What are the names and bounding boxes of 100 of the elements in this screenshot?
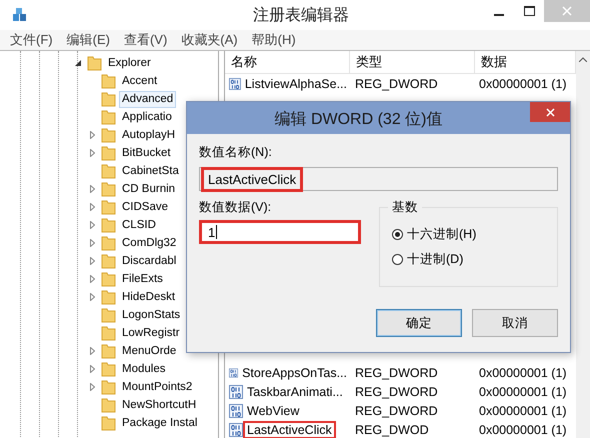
expand-triangle-icon[interactable] — [90, 257, 94, 265]
binary-value-icon — [229, 384, 243, 398]
window-title: 注册表编辑器 — [252, 6, 349, 26]
value-type: REG_DWOD — [354, 422, 430, 436]
tree-item[interactable]: Applicatio — [119, 108, 175, 126]
folder-icon — [101, 145, 116, 161]
column-header[interactable]: 名称 — [225, 51, 350, 73]
value-data: 0x00000001 (1) — [478, 76, 568, 90]
field-label: 数值数据(V): — [199, 199, 272, 216]
folder-icon — [101, 127, 116, 143]
tree-item[interactable]: CLSID — [119, 216, 159, 234]
tree-item[interactable]: Accent — [119, 72, 160, 90]
value-data: 0x00000001 (1) — [478, 404, 568, 418]
close-button[interactable] — [530, 102, 570, 122]
folder-icon — [101, 199, 116, 215]
expand-triangle-icon[interactable] — [90, 365, 94, 373]
value-data: 0x00000001 (1) — [478, 366, 568, 380]
menu-item[interactable]: 帮助(H) — [252, 31, 296, 49]
radio-option[interactable]: 十六进制(H) — [392, 226, 476, 243]
maximize-icon — [524, 6, 534, 16]
tree-item[interactable]: Modules — [119, 360, 168, 378]
field-label: 数值名称(N): — [199, 144, 272, 161]
folder-icon — [101, 91, 116, 107]
value-name[interactable]: TaskbarAnimati... — [245, 384, 345, 398]
value-name[interactable]: StoreAppsOnTas... — [240, 366, 349, 380]
folder-icon — [87, 55, 102, 71]
tree-item[interactable]: MenuOrde — [119, 342, 180, 360]
tree-item[interactable]: CabinetSta — [119, 162, 182, 180]
value-type: REG_DWORD — [354, 384, 439, 398]
tree-item[interactable]: ComDlg32 — [119, 234, 180, 252]
folder-icon — [101, 361, 116, 377]
minimize-icon — [494, 14, 504, 16]
tree-item[interactable]: AutoplayH — [119, 126, 178, 144]
folder-icon — [101, 235, 116, 251]
expand-triangle-icon[interactable] — [90, 239, 94, 247]
tree-item[interactable]: NewShortcutH — [119, 396, 200, 414]
value-type: REG_DWORD — [354, 76, 439, 90]
menu-item[interactable]: 编辑(E) — [66, 31, 110, 49]
folder-icon — [101, 109, 116, 125]
expand-triangle-icon[interactable] — [90, 221, 94, 229]
tree-item[interactable]: MountPoints2 — [119, 378, 196, 396]
value-name-field[interactable]: LastActiveClick — [199, 167, 558, 191]
expand-triangle-icon[interactable] — [90, 293, 94, 301]
scrollbar[interactable] — [576, 51, 590, 438]
folder-icon — [101, 343, 116, 359]
registry-cubes-icon — [12, 7, 28, 23]
tree-item[interactable]: Discardabl — [119, 252, 180, 270]
tree-item[interactable]: Package Instal — [119, 414, 200, 432]
binary-value-icon — [229, 76, 241, 90]
expand-triangle-icon[interactable] — [90, 383, 94, 391]
expand-triangle-icon[interactable] — [90, 203, 94, 211]
folder-icon — [101, 217, 116, 233]
tree-item[interactable]: HideDeskt — [119, 288, 178, 306]
tree-item[interactable]: BitBucket — [119, 144, 174, 162]
binary-value-icon — [229, 422, 243, 436]
dialog-button[interactable]: 确定 — [376, 309, 462, 337]
value-data: 0x00000001 (1) — [478, 384, 568, 398]
folder-icon — [101, 325, 116, 341]
tree-item[interactable]: LowRegistr — [119, 324, 183, 342]
value-name[interactable]: ListviewAlphaSe... — [242, 76, 349, 90]
folder-icon — [101, 271, 116, 287]
expand-triangle-icon[interactable] — [90, 185, 94, 193]
folder-icon — [101, 181, 116, 197]
folder-icon — [101, 415, 116, 431]
expand-triangle-icon[interactable] — [90, 131, 94, 139]
tree-item[interactable]: CD Burnin — [119, 180, 178, 198]
folder-icon — [101, 253, 116, 269]
scroll-up-icon[interactable] — [579, 56, 587, 62]
expand-triangle-icon[interactable] — [90, 347, 94, 355]
group-title: 基数 — [388, 199, 422, 216]
folder-icon — [101, 163, 116, 179]
value-type: REG_DWORD — [354, 404, 439, 418]
close-icon — [562, 6, 572, 16]
value-name[interactable]: WebView — [245, 404, 302, 418]
tree-item[interactable]: LogonStats — [119, 306, 184, 324]
folder-icon — [101, 73, 116, 89]
menu-item[interactable]: 查看(V) — [124, 31, 168, 49]
collapse-triangle-icon[interactable] — [75, 60, 81, 66]
binary-value-icon — [229, 404, 243, 418]
value-name[interactable]: LastActiveClick — [245, 422, 334, 436]
menu-item[interactable]: 收藏夹(A) — [181, 31, 238, 49]
tree-item[interactable]: Explorer — [105, 54, 154, 72]
value-type: REG_DWORD — [354, 366, 439, 380]
folder-icon — [101, 397, 116, 413]
dialog-title: 编辑 DWORD (32 位)值 — [274, 110, 444, 130]
folder-icon — [101, 379, 116, 395]
column-header[interactable]: 类型 — [350, 51, 475, 73]
dialog-button[interactable]: 取消 — [472, 309, 558, 337]
tree-item[interactable]: CIDSave — [119, 198, 172, 216]
menu-item[interactable]: 文件(F) — [10, 31, 53, 49]
value-data: 0x00000001 (1) — [478, 422, 568, 436]
binary-value-icon — [229, 366, 238, 380]
radio-option[interactable]: 十进制(D) — [392, 251, 464, 268]
close-icon — [546, 108, 554, 116]
expand-triangle-icon[interactable] — [90, 275, 94, 283]
expand-triangle-icon[interactable] — [90, 149, 94, 157]
folder-icon — [101, 289, 116, 305]
value-data-field[interactable]: 1 — [199, 220, 361, 244]
tree-item[interactable]: Advanced — [119, 90, 176, 108]
tree-item[interactable]: FileExts — [119, 270, 166, 288]
